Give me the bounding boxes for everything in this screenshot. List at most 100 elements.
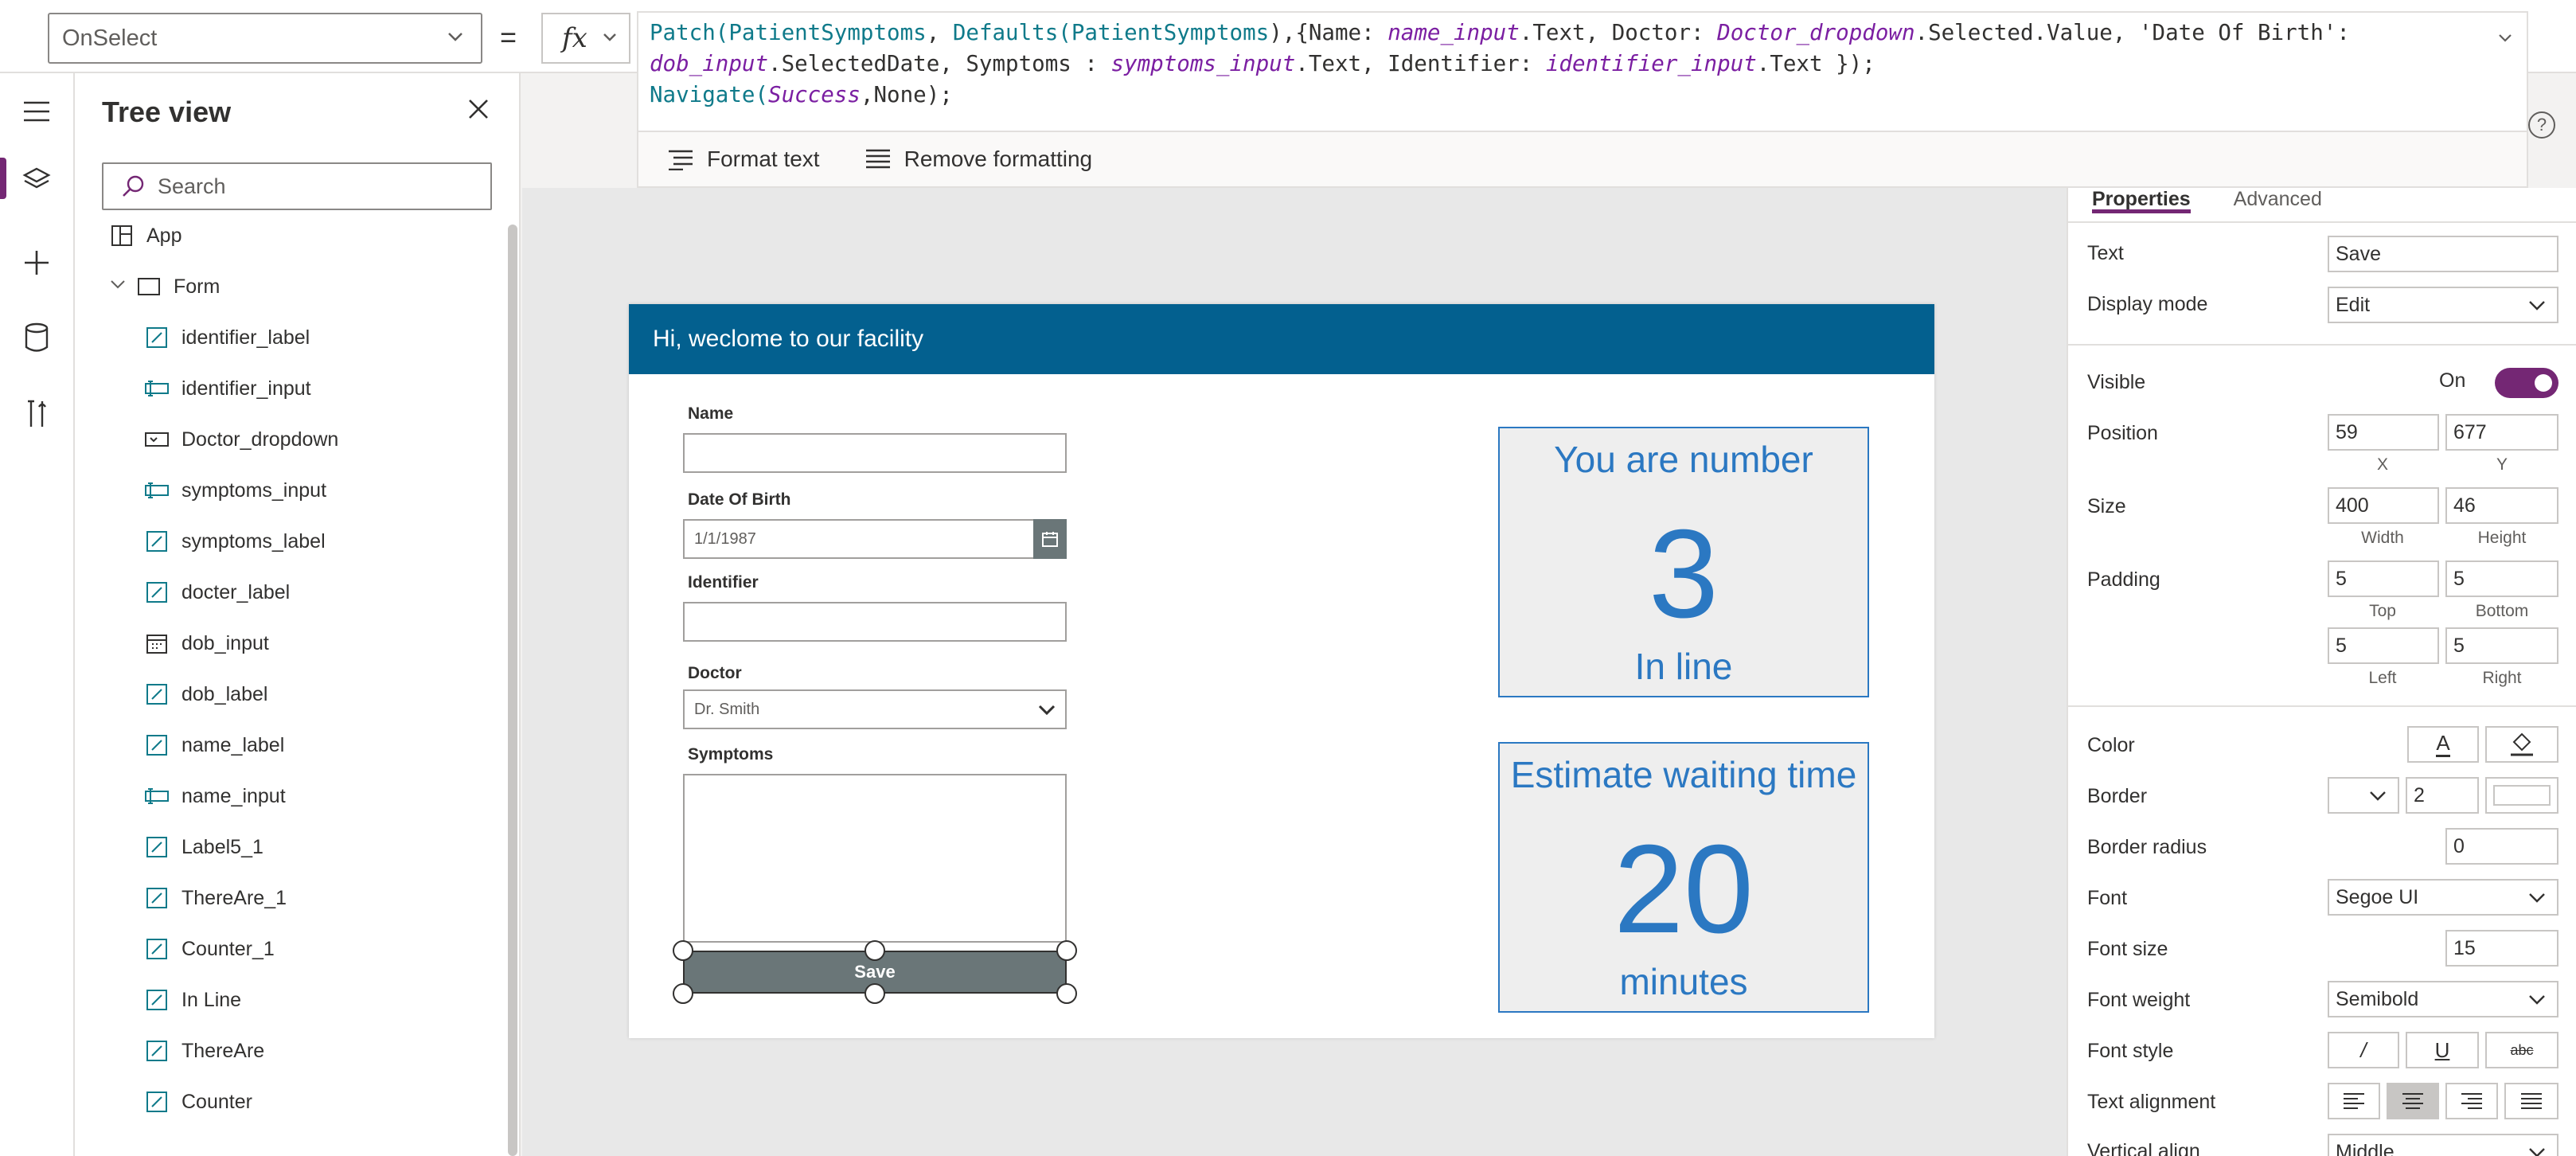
fill-color-button[interactable] bbox=[2485, 726, 2558, 763]
tools-icon[interactable] bbox=[19, 396, 54, 432]
format-toolbar: Format text Remove formatting bbox=[637, 131, 2528, 188]
underline-button[interactable]: U bbox=[2406, 1032, 2479, 1068]
tree-item-label: App bbox=[146, 224, 182, 247]
display-mode-dropdown[interactable]: Edit bbox=[2328, 287, 2558, 323]
tree-item-form[interactable]: Form bbox=[108, 271, 220, 303]
padding-right-input[interactable]: 5 bbox=[2445, 627, 2558, 664]
tree-item-dob-input[interactable]: dob_input bbox=[143, 627, 269, 659]
right-caption: Right bbox=[2482, 669, 2522, 687]
font-size-input[interactable]: 15 bbox=[2445, 930, 2558, 967]
queue-title: You are number bbox=[1554, 439, 1813, 480]
expand-formula-icon[interactable] bbox=[2495, 27, 2516, 48]
resize-handle[interactable] bbox=[1056, 983, 1077, 1004]
tree-scrollbar[interactable] bbox=[508, 225, 517, 1156]
tree-item-counter-1[interactable]: Counter_1 bbox=[143, 933, 275, 965]
data-cylinder-icon[interactable] bbox=[19, 320, 54, 355]
queue-number-card: You are number 3 In line bbox=[1498, 427, 1869, 697]
close-icon[interactable] bbox=[466, 97, 490, 121]
resize-handle[interactable] bbox=[1056, 940, 1077, 961]
tree-item-counter[interactable]: Counter bbox=[143, 1086, 252, 1118]
remove-formatting-button[interactable]: Remove formatting bbox=[865, 146, 1093, 172]
tree-item-doctor-dropdown[interactable]: Doctor_dropdown bbox=[143, 424, 338, 455]
identifier-input[interactable] bbox=[683, 602, 1067, 642]
tree-item-label5-1[interactable]: Label5_1 bbox=[143, 831, 263, 863]
fx-button[interactable]: fx bbox=[541, 13, 630, 64]
border-style-dropdown[interactable] bbox=[2328, 777, 2399, 814]
tree-item-identifier-input[interactable]: identifier_input bbox=[143, 373, 311, 404]
top-caption: Top bbox=[2369, 602, 2396, 620]
insert-plus-icon[interactable] bbox=[19, 245, 54, 280]
border-width-input[interactable]: 2 bbox=[2406, 777, 2479, 814]
resize-handle[interactable] bbox=[673, 940, 693, 961]
border-color-button[interactable] bbox=[2485, 777, 2558, 814]
bottom-caption: Bottom bbox=[2475, 602, 2529, 620]
tree-view-layers-icon[interactable] bbox=[19, 162, 54, 197]
tree-item-label: In Line bbox=[181, 988, 242, 1011]
tree-item-app[interactable]: App bbox=[108, 220, 181, 252]
name-input[interactable] bbox=[683, 433, 1067, 473]
dob-date-picker[interactable]: 1/1/1987 bbox=[683, 519, 1067, 559]
tree-item-thereare[interactable]: ThereAre bbox=[143, 1035, 264, 1067]
italic-button[interactable]: / bbox=[2328, 1032, 2399, 1068]
chevron-down-icon[interactable] bbox=[108, 275, 127, 299]
formula-editor[interactable]: Patch(PatientSymptoms, Defaults(PatientS… bbox=[637, 11, 2528, 131]
tree-item-in-line[interactable]: In Line bbox=[143, 984, 241, 1016]
formula-token: , bbox=[926, 20, 953, 45]
doctor-dropdown-value: Dr. Smith bbox=[694, 700, 760, 718]
tree-item-symptoms-label[interactable]: symptoms_label bbox=[143, 525, 326, 557]
format-text-icon bbox=[669, 150, 693, 170]
text-prop-input[interactable]: Save bbox=[2328, 236, 2558, 272]
label-icon bbox=[143, 681, 170, 708]
tree-search-input[interactable]: Search bbox=[102, 162, 492, 210]
label-icon bbox=[143, 1037, 170, 1064]
position-x-input[interactable]: 59 bbox=[2328, 414, 2439, 451]
symptoms-input[interactable] bbox=[683, 774, 1067, 943]
textinput-icon bbox=[143, 375, 170, 402]
text-color-button[interactable]: A bbox=[2407, 726, 2479, 763]
property-selector[interactable]: OnSelect bbox=[48, 13, 482, 64]
font-dropdown[interactable]: Segoe UI bbox=[2328, 879, 2558, 916]
height-caption: Height bbox=[2477, 529, 2527, 547]
remove-formatting-label: Remove formatting bbox=[904, 146, 1093, 171]
calendar-button[interactable] bbox=[1033, 519, 1067, 559]
tree-item-docter-label[interactable]: docter_label bbox=[143, 576, 290, 608]
tree-item-label: symptoms_input bbox=[181, 478, 327, 502]
tree-item-symptoms-input[interactable]: symptoms_input bbox=[143, 475, 326, 506]
padding-bottom-input[interactable]: 5 bbox=[2445, 560, 2558, 597]
padding-left-input[interactable]: 5 bbox=[2328, 627, 2439, 664]
resize-handle[interactable] bbox=[865, 940, 885, 961]
resize-handle[interactable] bbox=[865, 983, 885, 1004]
position-y-input[interactable]: 677 bbox=[2445, 414, 2558, 451]
align-center-button[interactable] bbox=[2387, 1083, 2439, 1119]
padding-top-input[interactable]: 5 bbox=[2328, 560, 2439, 597]
vertical-align-dropdown[interactable]: Middle bbox=[2328, 1134, 2558, 1156]
align-right-button[interactable] bbox=[2445, 1083, 2498, 1119]
chevron-down-icon bbox=[2370, 791, 2386, 801]
doctor-dropdown[interactable]: Dr. Smith bbox=[683, 689, 1067, 729]
strikethrough-button[interactable]: abc bbox=[2485, 1032, 2558, 1068]
resize-handle[interactable] bbox=[673, 983, 693, 1004]
font-weight-dropdown[interactable]: Semibold bbox=[2328, 981, 2558, 1017]
align-left-icon bbox=[2344, 1093, 2364, 1109]
width-input[interactable]: 400 bbox=[2328, 487, 2439, 524]
tree-item-name-input[interactable]: name_input bbox=[143, 780, 286, 812]
tree-item-thereare-1[interactable]: ThereAre_1 bbox=[143, 882, 287, 914]
align-left-button[interactable] bbox=[2328, 1083, 2380, 1119]
align-justify-button[interactable] bbox=[2504, 1083, 2558, 1119]
tree-item-identifier-label[interactable]: identifier_label bbox=[143, 322, 310, 353]
format-text-button[interactable]: Format text bbox=[667, 146, 820, 172]
tab-properties[interactable]: Properties bbox=[2092, 188, 2191, 213]
border-radius-input[interactable]: 0 bbox=[2445, 828, 2558, 865]
hamburger-menu-icon[interactable] bbox=[19, 94, 54, 129]
tab-advanced[interactable]: Advanced bbox=[2234, 188, 2322, 213]
help-icon[interactable]: ? bbox=[2528, 111, 2555, 139]
wait-time-card: Estimate waiting time 20 minutes bbox=[1498, 742, 1869, 1013]
divider bbox=[2068, 344, 2576, 346]
height-input[interactable]: 46 bbox=[2445, 487, 2558, 524]
visible-toggle[interactable] bbox=[2495, 368, 2558, 398]
tree-item-dob-label[interactable]: dob_label bbox=[143, 678, 267, 710]
tree-item-name-label[interactable]: name_label bbox=[143, 729, 284, 761]
app-icon bbox=[108, 222, 135, 249]
text-alignment-label: Text alignment bbox=[2087, 1091, 2216, 1113]
position-y-value: 677 bbox=[2453, 420, 2487, 443]
